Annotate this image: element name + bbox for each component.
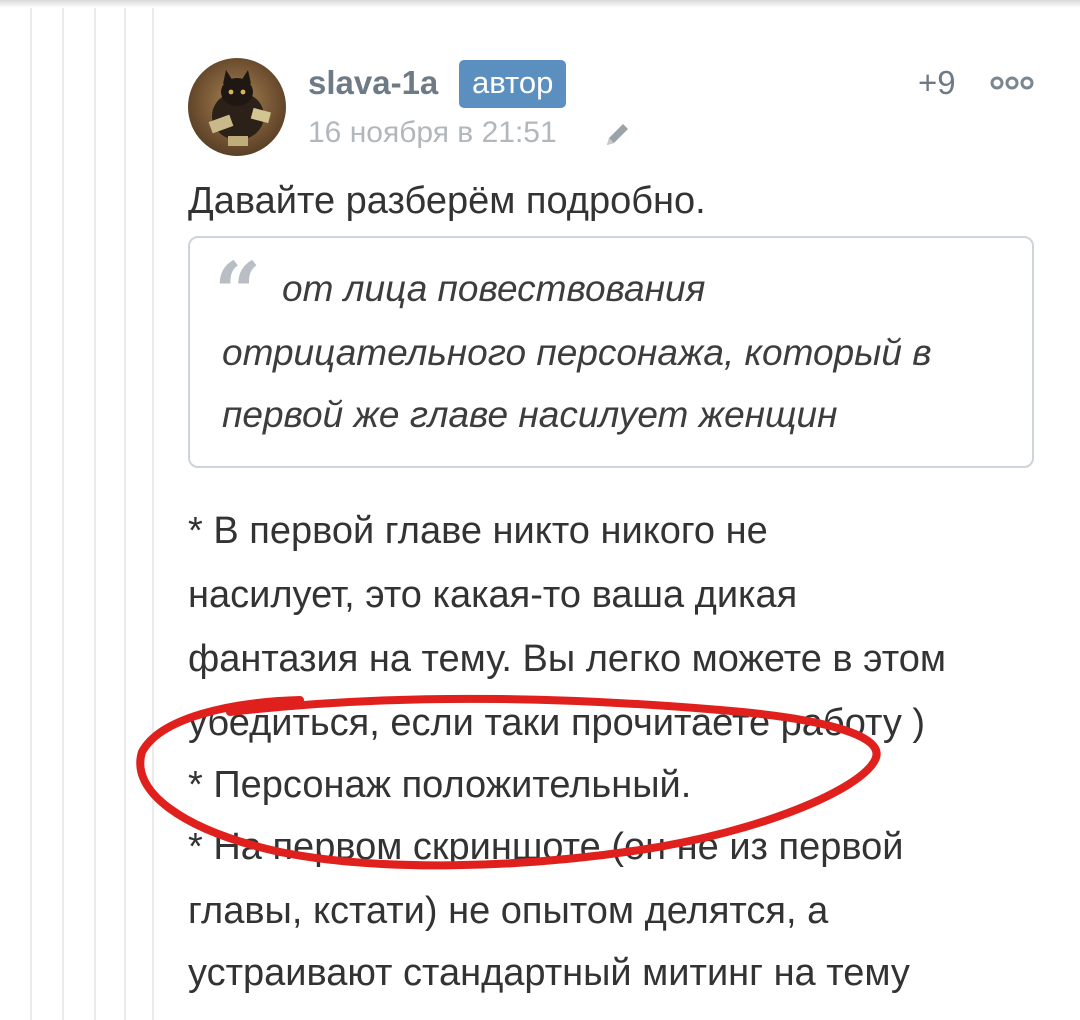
comment-text-line: насилует, это какая-то ваша дикая	[188, 574, 798, 616]
comment-intro: Давайте разберём подробно.	[188, 180, 706, 222]
quote-line: от лица повествования	[282, 268, 706, 309]
avatar[interactable]	[188, 58, 286, 156]
thread-line	[94, 8, 96, 1020]
author-badge: автор	[459, 60, 567, 108]
comment-text-line: главы, кстати) не опытом делятся, а	[188, 890, 829, 932]
more-dots-icon[interactable]	[990, 72, 1034, 94]
quote-mark-icon: “	[214, 245, 262, 341]
thread-line	[124, 8, 126, 1020]
comment-datetime[interactable]: 16 ноября в 21:51	[308, 116, 557, 150]
thread-line	[30, 8, 32, 1020]
comment-score: +9	[918, 64, 956, 101]
comment-text-line: фантазия на тему. Вы легко можете в этом	[188, 638, 946, 680]
pencil-icon[interactable]	[602, 118, 634, 150]
comment-text-line: * На первом скриншоте (он не из первой	[188, 826, 904, 868]
quote-line: первой же главе насилует женщин	[222, 394, 838, 435]
thread-line	[152, 8, 154, 1020]
blockquote: “ от лица повествования отрицательного п…	[188, 236, 1034, 468]
comment-text-line: * В первой главе никто никого не	[188, 510, 768, 552]
username[interactable]: slava-1a	[308, 64, 438, 102]
comment-text-line: устраивают стандартный митинг на тему	[188, 952, 910, 994]
thread-line	[62, 8, 64, 1020]
quote-line: отрицательного персонажа, который в	[222, 332, 932, 373]
comment-text-line: убедиться, если таки прочитаете работу )	[188, 702, 926, 744]
top-shadow	[0, 0, 1080, 8]
comment-text-line: * Персонаж положительный.	[188, 764, 692, 806]
